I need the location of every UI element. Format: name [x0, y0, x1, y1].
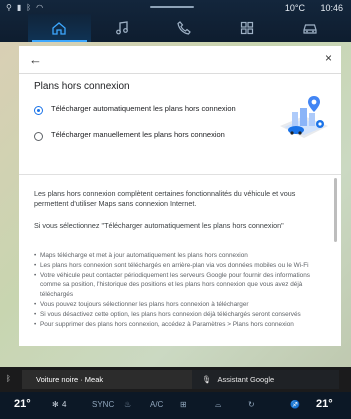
tab-apps[interactable] [216, 14, 279, 42]
option-auto-label: Télécharger automatiquement les plans ho… [51, 104, 236, 113]
tab-home[interactable] [28, 14, 91, 42]
list-item: Maps télécharge et met à jour automatiqu… [34, 251, 324, 261]
tab-music[interactable] [91, 14, 154, 42]
assistant-label: Assistant Google [217, 375, 275, 384]
option-manual-label: Télécharger manuellement les plans hors … [51, 130, 225, 139]
air-recirculation-icon[interactable]: ↻ [248, 400, 255, 409]
fan-speed[interactable]: 4 [62, 400, 66, 409]
if-selected-text: Si vous sélectionnez "Télécharger automa… [34, 221, 284, 230]
list-item: Pour supprimer des plans hors connexion,… [34, 320, 324, 330]
passenger-temperature[interactable]: 21° [316, 398, 333, 410]
front-defrost-icon[interactable]: ⌓ [215, 400, 221, 410]
dialog-divider [19, 174, 341, 175]
offline-map-illustration-icon [280, 96, 328, 138]
apps-grid-icon [240, 21, 254, 35]
dialog-title: Plans hors connexion [34, 81, 130, 92]
tab-vehicle[interactable] [278, 14, 341, 42]
car-icon [303, 24, 317, 34]
notification-handle[interactable] [150, 6, 194, 8]
list-item: Votre véhicule peut contacter périodique… [34, 271, 324, 300]
top-bar: ⚲ ▮ ᛒ ◠ 10°C 10:46 [0, 0, 351, 42]
clock: 10:46 [320, 3, 343, 13]
list-item: Les plans hors connexion sont téléchargé… [34, 261, 324, 271]
dialog-header: ← × [19, 46, 341, 74]
option-manual-download[interactable]: Télécharger manuellement les plans hors … [34, 130, 241, 141]
music-note-icon [115, 21, 128, 35]
info-bullet-list: Maps télécharge et met à jour automatiqu… [34, 251, 324, 329]
media-track-label: Voiture noire · Meak [36, 375, 104, 384]
status-icons: ⚲ ▮ ᛒ ◠ [6, 3, 43, 12]
driver-temperature[interactable]: 21° [14, 398, 31, 410]
list-item: Si vous désactivez cette option, les pla… [34, 310, 324, 320]
microphone-icon: 🎙 [202, 375, 212, 384]
close-button[interactable]: × [325, 51, 332, 65]
user-icon: ⚲ [6, 3, 12, 12]
back-button[interactable]: ← [29, 52, 42, 67]
media-player[interactable]: Voiture noire · Meak [22, 370, 192, 389]
seat-heat-icon[interactable]: ♨ [124, 400, 131, 409]
media-strip: ᛒ Voiture noire · Meak 🎙 Assistant Googl… [0, 367, 351, 392]
option-auto-download[interactable]: Télécharger automatiquement les plans ho… [34, 104, 241, 115]
home-icon [52, 22, 66, 35]
sync-button[interactable]: SYNC [92, 400, 114, 409]
main-nav [28, 14, 341, 42]
bluetooth-source-icon: ᛒ [6, 374, 11, 383]
radio-manual-download[interactable] [34, 132, 43, 141]
signal-icon: ▮ [16, 3, 22, 12]
dialog-scrollbar[interactable] [334, 178, 337, 242]
fan-icon[interactable]: ✻ [52, 400, 59, 409]
rear-defrost-icon[interactable]: ⊞ [180, 400, 187, 409]
wifi-icon: ◠ [36, 3, 44, 12]
passenger-seat-icon[interactable]: ♐ [290, 400, 300, 409]
ac-button[interactable]: A/C [150, 400, 163, 409]
climate-bar: 21° ✻ 4 SYNC ♨ A/C ⊞ ⌓ ↻ ♐ 21° [0, 392, 351, 419]
offline-maps-dialog: ← × Plans hors connexion Télécharger aut… [19, 46, 341, 346]
phone-icon [177, 21, 192, 35]
radio-auto-download[interactable] [34, 106, 43, 115]
bluetooth-icon: ᛒ [26, 3, 32, 12]
list-item: Vous pouvez toujours sélectionner les pl… [34, 300, 324, 310]
outside-temperature: 10°C [284, 3, 305, 13]
intro-text: Les plans hors connexion complètent cert… [34, 189, 296, 208]
tab-phone[interactable] [153, 14, 216, 42]
assistant-button[interactable]: 🎙 Assistant Google [192, 370, 339, 389]
